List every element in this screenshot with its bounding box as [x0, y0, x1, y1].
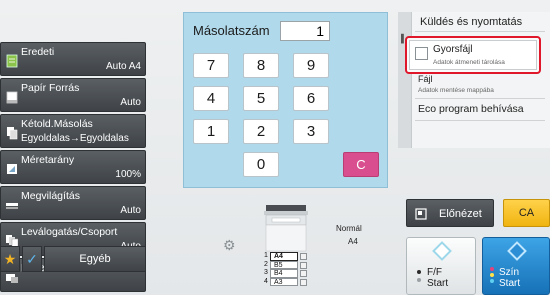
- key-4[interactable]: 4: [193, 86, 229, 111]
- other-button[interactable]: Egyéb: [44, 246, 146, 272]
- tray-list: 1 A4 2 B5 3 B4 4 A3: [262, 252, 310, 286]
- clear-all-button[interactable]: CA: [503, 199, 550, 227]
- mode-label: Normál: [336, 224, 362, 233]
- original-label: Eredeti: [21, 46, 55, 58]
- gear-icon: ⚙: [223, 237, 236, 253]
- ratio-value: 100%: [115, 169, 141, 180]
- original-value: Auto A4: [105, 61, 141, 72]
- divider: [415, 120, 545, 121]
- quick-file-title: Gyorsfájl: [433, 44, 473, 55]
- tray-number: 3: [264, 269, 268, 276]
- preview-icon: [415, 208, 427, 220]
- exposure-label: Megvilágítás: [21, 190, 80, 202]
- color-start-line2: Start: [499, 278, 521, 289]
- color-start-button[interactable]: Szín Start: [482, 237, 550, 295]
- duplex-copy-label: Kétold.Másolás: [21, 118, 93, 130]
- bw-dot-icon: [417, 278, 421, 282]
- sort-group-label: Leválogatás/Csoport: [21, 226, 118, 238]
- quick-file-button[interactable]: Gyorsfájl Adatok átmeneti tárolása: [405, 36, 541, 74]
- quick-file-checkbox[interactable]: [415, 47, 428, 60]
- paper-source-icon: [6, 91, 18, 104]
- bw-start-button[interactable]: F/F Start: [406, 237, 476, 295]
- key-1[interactable]: 1: [193, 119, 229, 144]
- key-0[interactable]: 0: [243, 152, 279, 177]
- divider: [415, 31, 545, 32]
- tray-3[interactable]: 3 B4: [262, 269, 310, 278]
- paper-source-value: Auto: [120, 97, 141, 108]
- tray-1[interactable]: 1 A4: [262, 252, 310, 261]
- tray-4[interactable]: 4 A3: [262, 277, 310, 286]
- output-tray-icon: [6, 274, 18, 283]
- ratio-icon: [7, 164, 17, 174]
- ratio-button[interactable]: Méretarány 100%: [0, 150, 146, 184]
- check-settings-icon[interactable]: ✓: [22, 246, 42, 272]
- quick-file-frame: Gyorsfájl Adatok átmeneti tárolása: [409, 40, 537, 70]
- bw-start-label: F/F Start: [427, 267, 448, 289]
- key-9[interactable]: 9: [293, 53, 329, 78]
- bw-start-line1: F/F: [427, 267, 442, 278]
- color-start-label: Szín Start: [499, 267, 520, 289]
- tray-indicator: [300, 270, 307, 277]
- tray-number: 1: [264, 252, 268, 259]
- tray-indicator: [300, 261, 307, 269]
- tray-size: A3: [270, 277, 298, 286]
- key-3[interactable]: 3: [293, 119, 329, 144]
- copies-input[interactable]: 1: [280, 21, 330, 41]
- exposure-value: Auto: [120, 205, 141, 216]
- key-8[interactable]: 8: [243, 53, 279, 78]
- quick-file-subtitle: Adatok átmeneti tárolása: [433, 59, 505, 66]
- exposure-button[interactable]: Megvilágítás Auto: [0, 186, 146, 220]
- duplex-copy-value: Egyoldalas→Egyoldalas: [21, 133, 129, 144]
- copies-keypad-panel: Másolatszám 1 7 8 9 4 5 6 1 2 3 0 C: [183, 12, 388, 188]
- color-dot-icon: [490, 267, 494, 271]
- key-2[interactable]: 2: [243, 119, 279, 144]
- tray-2[interactable]: 2 B5: [262, 260, 310, 269]
- color-dot-icon: [490, 273, 494, 277]
- eco-program-button[interactable]: Eco program behívása: [418, 103, 524, 115]
- preview-button[interactable]: Előnézet: [406, 199, 494, 227]
- favorite-star-icon[interactable]: ★: [0, 246, 20, 272]
- color-dot-icon: [490, 279, 494, 283]
- key-6[interactable]: 6: [293, 86, 329, 111]
- clear-button[interactable]: C: [343, 152, 379, 177]
- duplex-copy-icon: [7, 127, 18, 140]
- start-diamond-icon: [507, 241, 527, 261]
- tray-size: A4: [270, 252, 298, 261]
- copies-label: Másolatszám: [193, 23, 270, 38]
- send-print-panel: Küldés és nyomtatás: [412, 12, 550, 148]
- panel-collapse-tab[interactable]: ▌▸: [398, 12, 412, 148]
- divider: [415, 98, 545, 99]
- copy-mode-screen: Eredeti Auto A4 Papír Forrás Auto Kétold…: [0, 0, 550, 295]
- size-label: A4: [348, 237, 358, 246]
- original-button[interactable]: Eredeti Auto A4: [0, 42, 146, 76]
- original-document-icon: [6, 54, 18, 68]
- ratio-label: Méretarány: [21, 154, 75, 166]
- tray-indicator: [300, 253, 307, 260]
- exposure-icon: [6, 203, 18, 209]
- tray-number: 4: [264, 277, 268, 285]
- preview-label: Előnézet: [439, 208, 482, 220]
- duplex-copy-button[interactable]: Kétold.Másolás Egyoldalas→Egyoldalas: [0, 114, 146, 148]
- key-7[interactable]: 7: [193, 53, 229, 78]
- tray-size: B5: [270, 260, 298, 269]
- bw-start-line2: Start: [427, 278, 449, 289]
- key-5[interactable]: 5: [243, 86, 279, 111]
- file-subtitle: Adatok mentése mappába: [418, 87, 494, 94]
- color-start-line1: Szín: [499, 267, 520, 278]
- tray-size: B4: [270, 269, 298, 278]
- paper-source-button[interactable]: Papír Forrás Auto: [0, 78, 146, 112]
- paper-source-label: Papír Forrás: [21, 82, 80, 94]
- send-print-title: Küldés és nyomtatás: [420, 16, 523, 28]
- tray-number: 2: [264, 260, 268, 268]
- tray-indicator: [300, 278, 307, 286]
- bottom-bar: ★ ✓ Egyéb: [0, 246, 146, 272]
- start-diamond-icon: [432, 241, 452, 261]
- bw-dot-icon: [417, 270, 421, 274]
- file-title[interactable]: Fájl: [418, 74, 433, 84]
